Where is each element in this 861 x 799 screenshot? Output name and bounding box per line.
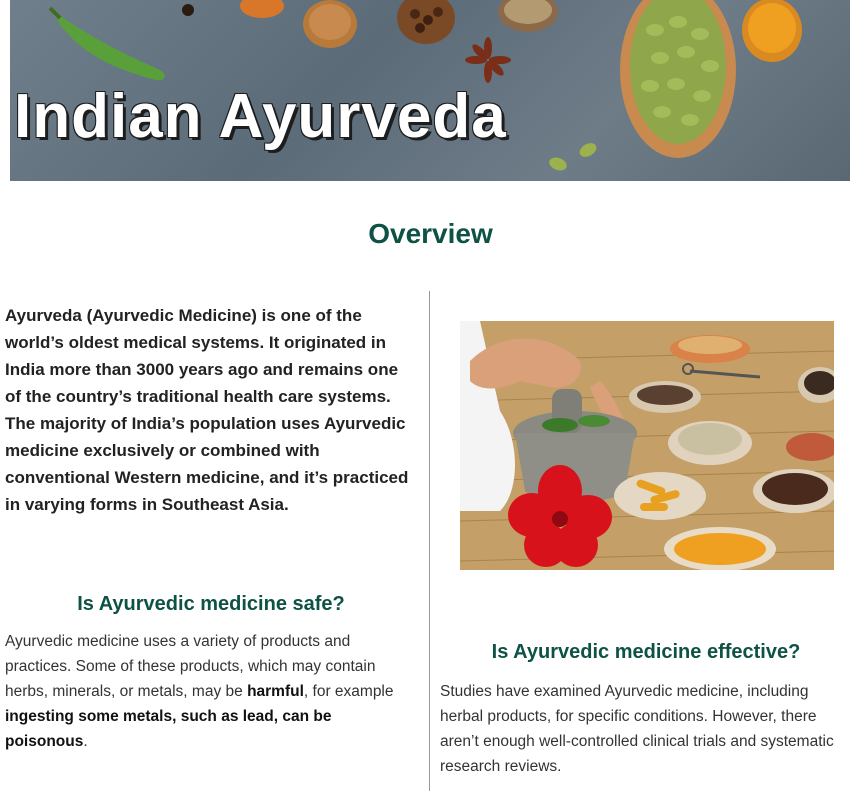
effectiveness-heading: Is Ayurvedic medicine effective? bbox=[491, 641, 801, 663]
safety-bold-harmful: harmful bbox=[247, 683, 304, 700]
banner-title: Indian Ayurveda bbox=[14, 82, 507, 151]
header-banner: Indian Ayurveda bbox=[10, 0, 850, 181]
effectiveness-paragraph: Studies have examined Ayurvedic medicine… bbox=[440, 683, 834, 775]
safety-text-3: . bbox=[83, 733, 88, 750]
safety-heading: Is Ayurvedic medicine safe? bbox=[77, 593, 345, 615]
safety-bold-metals: ingesting some metals, such as lead, can… bbox=[5, 708, 332, 750]
mortar-and-spices-illustration bbox=[460, 321, 834, 570]
safety-text-2: , for example bbox=[303, 683, 394, 700]
safety-paragraph: Ayurvedic medicine uses a variety of pro… bbox=[5, 629, 417, 754]
overview-heading: Overview bbox=[368, 218, 493, 249]
column-divider bbox=[429, 291, 430, 791]
intro-paragraph: Ayurveda (Ayurvedic Medicine) is one of … bbox=[5, 306, 409, 514]
ayurveda-photo bbox=[460, 321, 834, 570]
